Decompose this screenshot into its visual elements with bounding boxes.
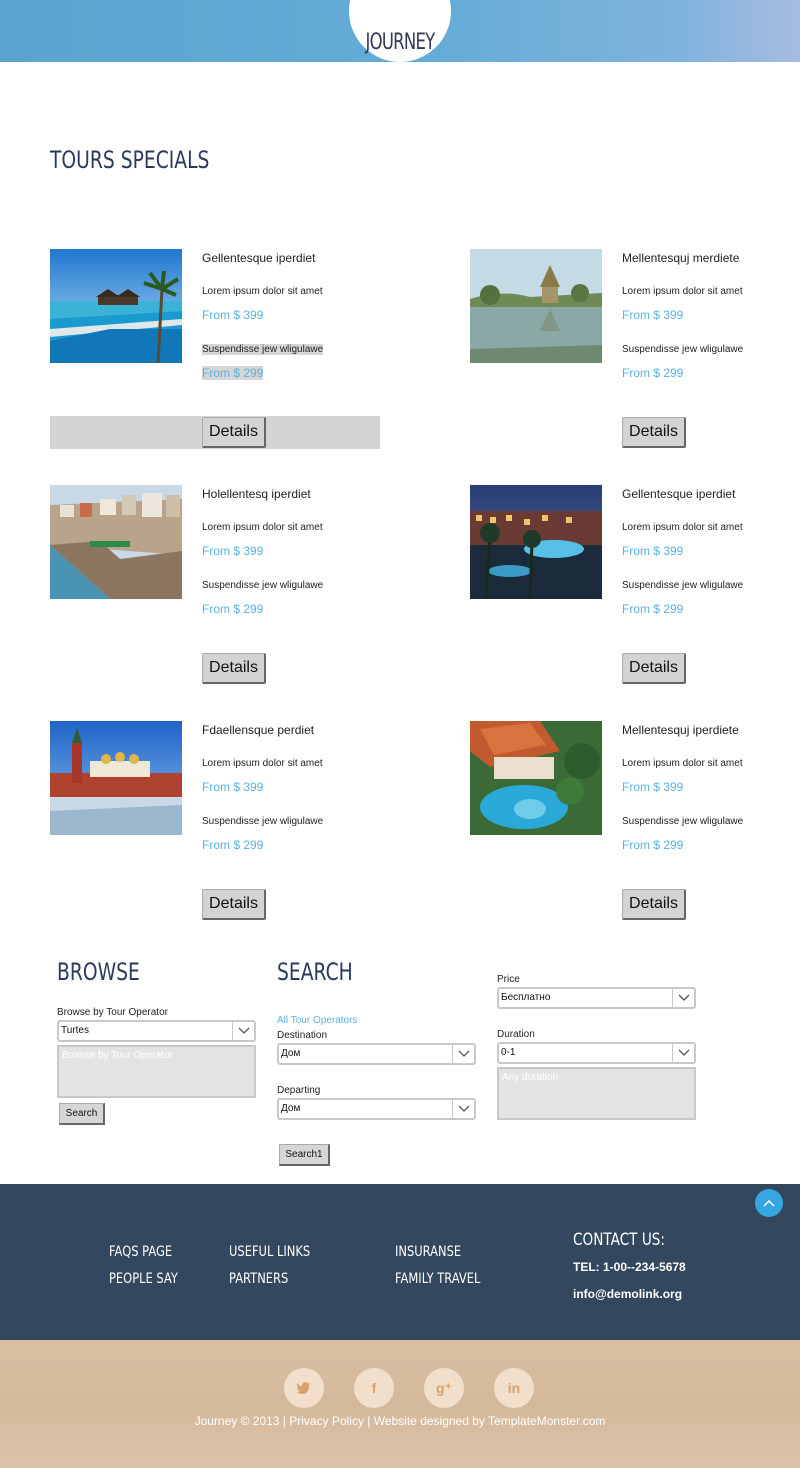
- contact-email[interactable]: info@demolink.org: [573, 1287, 682, 1301]
- destination-select-value: Дом: [281, 1048, 301, 1059]
- chevron-up-icon: [763, 1199, 775, 1207]
- tour-title[interactable]: Mellentesquj merdiete: [622, 251, 739, 265]
- search-title: SEARCH: [277, 958, 353, 986]
- footer-link-faqs[interactable]: FAQS PAGE: [109, 1244, 172, 1260]
- tour-price: From $ 399: [622, 544, 684, 558]
- tour-price: From $ 399: [622, 780, 684, 794]
- chevron-down-icon: [452, 1045, 474, 1063]
- search1-button[interactable]: Search1: [279, 1144, 330, 1166]
- duration-label: Duration: [497, 1029, 535, 1040]
- site-footer: FAQS PAGE PEOPLE SAY USEFUL LINKS PARTNE…: [0, 1184, 800, 1340]
- all-tour-operators-link[interactable]: All Tour Operators: [277, 1015, 357, 1026]
- tour-price: From $ 299: [202, 366, 264, 380]
- footer-link-partners[interactable]: PARTNERS: [229, 1271, 288, 1287]
- price-label: Price: [497, 974, 520, 985]
- tour-price: From $ 299: [202, 838, 264, 852]
- chevron-down-icon: [232, 1022, 254, 1040]
- tour-description: Lorem ipsum dolor sit amet: [202, 286, 323, 297]
- tour-description: Suspendisse jew wligulawe: [202, 344, 324, 355]
- details-button[interactable]: Details: [202, 417, 266, 448]
- duration-select[interactable]: 0-1: [497, 1042, 696, 1064]
- tour-description: Lorem ipsum dolor sit amet: [202, 522, 323, 533]
- tour-image-resort-pool[interactable]: [50, 249, 182, 363]
- tour-title[interactable]: Holellentesq iperdiet: [202, 487, 311, 501]
- twitter-icon[interactable]: [284, 1368, 324, 1408]
- copyright: Journey © 2013 | Privacy Policy | Websit…: [194, 1414, 606, 1428]
- tour-card: Gellentesque iperdiet Lorem ipsum dolor …: [470, 485, 800, 695]
- tour-description: Lorem ipsum dolor sit amet: [622, 522, 743, 533]
- departing-label: Departing: [277, 1085, 321, 1096]
- bottom-bar: f g⁺ in Journey © 2013 | Privacy Policy …: [0, 1340, 800, 1468]
- details-button[interactable]: Details: [622, 417, 686, 448]
- footer-link-useful-links[interactable]: USEFUL LINKS: [229, 1244, 310, 1260]
- tour-operator-select-value: Turtes: [61, 1025, 89, 1036]
- tour-price: From $ 399: [202, 308, 264, 322]
- tour-card: Fdaellensque perdiet Lorem ipsum dolor s…: [50, 721, 380, 931]
- destination-label: Destination: [277, 1030, 328, 1041]
- logo[interactable]: JOURNEY: [362, 30, 439, 55]
- facebook-icon[interactable]: f: [354, 1368, 394, 1408]
- tour-title[interactable]: Gellentesque iperdiet: [202, 251, 315, 265]
- tour-card: Gellentesque iperdiet Lorem ipsum dolor …: [50, 249, 380, 459]
- departing-select[interactable]: Дом: [277, 1098, 476, 1120]
- details-button[interactable]: Details: [622, 653, 686, 684]
- tour-price: From $ 299: [202, 602, 264, 616]
- tour-description: Suspendisse jew wligulawe: [202, 816, 324, 827]
- tour-description: Lorem ipsum dolor sit amet: [622, 758, 743, 769]
- details-button[interactable]: Details: [202, 889, 266, 920]
- tour-description: Suspendisse jew wligulawe: [202, 580, 324, 591]
- tour-image-temple-lake[interactable]: [470, 249, 602, 363]
- contact-phone: TEL: 1-00--234-5678: [573, 1260, 686, 1274]
- tour-description: Lorem ipsum dolor sit amet: [202, 758, 323, 769]
- price-select-value: Бесплатно: [501, 992, 551, 1003]
- tour-description: Suspendisse jew wligulawe: [622, 344, 744, 355]
- price-select[interactable]: Бесплатно: [497, 987, 696, 1009]
- chevron-down-icon: [452, 1100, 474, 1118]
- footer-link-people-say[interactable]: PEOPLE SAY: [109, 1271, 178, 1287]
- tour-description: Suspendisse jew wligulawe: [622, 816, 744, 827]
- tour-price: From $ 399: [202, 780, 264, 794]
- tour-card: Mellentesquj iperdiete Lorem ipsum dolor…: [470, 721, 800, 931]
- departing-select-value: Дом: [281, 1103, 301, 1114]
- tour-price: From $ 399: [622, 308, 684, 322]
- tour-image-villa-pool[interactable]: [470, 721, 602, 835]
- details-button[interactable]: Details: [202, 653, 266, 684]
- tour-image-night-resort[interactable]: [470, 485, 602, 599]
- tour-price: From $ 399: [202, 544, 264, 558]
- chevron-down-icon: [672, 989, 694, 1007]
- contact-title: CONTACT US:: [573, 1230, 665, 1250]
- tour-title[interactable]: Mellentesquj iperdiete: [622, 723, 739, 737]
- site-header: JOURNEY: [0, 0, 800, 62]
- tour-operator-textarea[interactable]: Browse by Tour Operator: [57, 1045, 256, 1098]
- chevron-down-icon: [672, 1044, 694, 1062]
- tour-image-kremlin[interactable]: [50, 721, 182, 835]
- duration-select-value: 0-1: [501, 1047, 516, 1058]
- back-to-top-button[interactable]: [755, 1189, 783, 1217]
- search-button[interactable]: Search: [59, 1103, 105, 1125]
- tour-price: From $ 299: [622, 366, 684, 380]
- destination-select[interactable]: Дом: [277, 1043, 476, 1065]
- linkedin-icon[interactable]: in: [494, 1368, 534, 1408]
- browse-title: BROWSE: [57, 958, 140, 986]
- tour-title[interactable]: Gellentesque iperdiet: [622, 487, 735, 501]
- footer-link-insurance[interactable]: INSURANSE: [395, 1244, 461, 1260]
- footer-link-family-travel[interactable]: FAMILY TRAVEL: [395, 1271, 480, 1287]
- google-plus-icon[interactable]: g⁺: [424, 1368, 464, 1408]
- duration-textarea[interactable]: Any duration: [497, 1067, 696, 1120]
- browse-label: Browse by Tour Operator: [57, 1007, 168, 1018]
- tour-description: Suspendisse jew wligulawe: [622, 580, 744, 591]
- tour-operator-select[interactable]: Turtes: [57, 1020, 256, 1042]
- tour-title[interactable]: Fdaellensque perdiet: [202, 723, 314, 737]
- page-title: TOURS SPECIALS: [50, 146, 210, 174]
- tour-price: From $ 299: [622, 602, 684, 616]
- tour-price: From $ 299: [622, 838, 684, 852]
- tour-image-coastal-town[interactable]: [50, 485, 182, 599]
- details-button[interactable]: Details: [622, 889, 686, 920]
- tour-description: Lorem ipsum dolor sit amet: [622, 286, 743, 297]
- tour-card: Holellentesq iperdiet Lorem ipsum dolor …: [50, 485, 380, 695]
- tour-card: Mellentesquj merdiete Lorem ipsum dolor …: [470, 249, 800, 459]
